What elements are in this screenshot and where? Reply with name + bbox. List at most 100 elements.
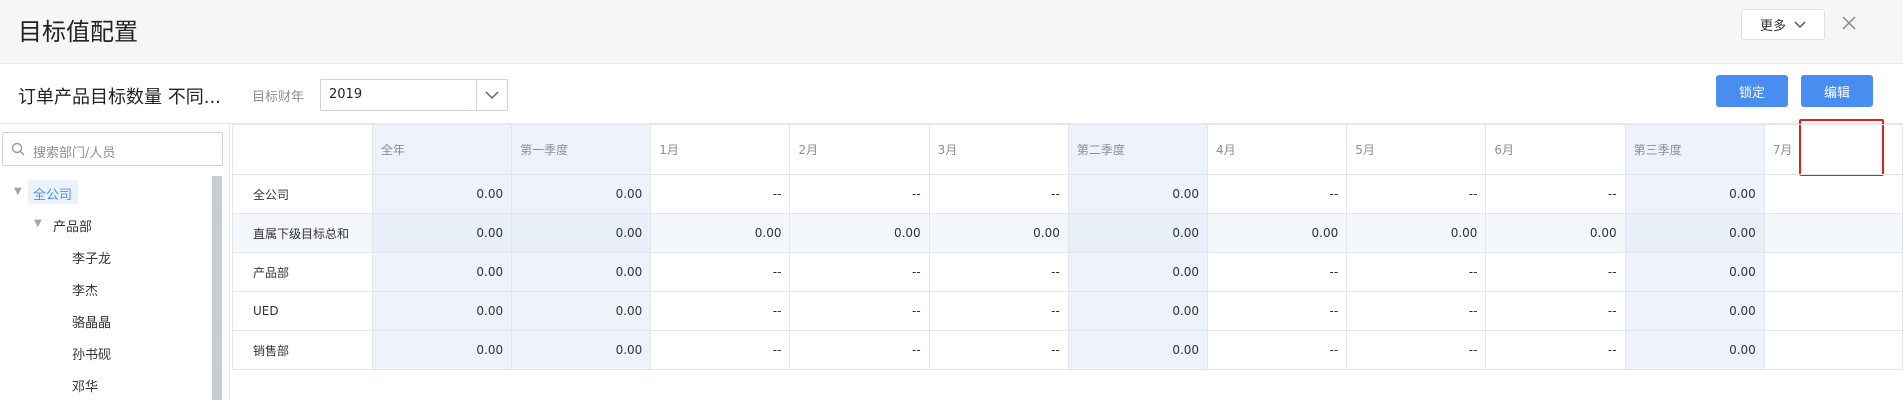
- table-cell[interactable]: [1763, 252, 1903, 292]
- row-label: UED: [232, 291, 373, 331]
- table-cell[interactable]: --: [1485, 291, 1626, 331]
- table-cell[interactable]: --: [928, 174, 1069, 214]
- edit-button[interactable]: 编辑: [1801, 75, 1873, 107]
- table-cell[interactable]: --: [928, 252, 1069, 292]
- table-cell[interactable]: --: [1207, 291, 1348, 331]
- fiscal-year-select[interactable]: 2019: [320, 79, 508, 111]
- row-label: 直属下级目标总和: [232, 213, 373, 253]
- table-cell[interactable]: [1763, 330, 1903, 370]
- column-header: 全年: [371, 124, 513, 175]
- table-cell[interactable]: --: [789, 174, 930, 214]
- table-cell[interactable]: --: [1346, 174, 1487, 214]
- table-cell[interactable]: --: [1346, 291, 1487, 331]
- tree-item-person[interactable]: 骆晶晶: [72, 312, 111, 331]
- table-cell[interactable]: 0.00: [1624, 291, 1765, 331]
- lock-button[interactable]: 锁定: [1716, 75, 1788, 107]
- tree-item-person[interactable]: 李子龙: [72, 248, 111, 267]
- table-cell[interactable]: --: [1346, 252, 1487, 292]
- table-cell[interactable]: --: [1485, 252, 1626, 292]
- table-cell[interactable]: 0.00: [1067, 330, 1209, 370]
- column-header: 第一季度: [511, 124, 652, 175]
- table-row: 直属下级目标总和 0.00 0.00 0.00 0.00 0.00 0.00 0…: [232, 213, 1903, 253]
- column-header: [232, 124, 373, 175]
- table-cell[interactable]: 0.00: [371, 174, 513, 214]
- table-cell[interactable]: 0.00: [1346, 213, 1487, 253]
- table-cell[interactable]: --: [1207, 330, 1348, 370]
- table-cell[interactable]: [1763, 291, 1903, 331]
- table-cell[interactable]: 0.00: [511, 330, 652, 370]
- table-cell[interactable]: --: [1346, 330, 1487, 370]
- column-header: 2月: [789, 124, 930, 175]
- toolbar: 订单产品目标数量 不同... 目标财年 2019 锁定 编辑: [0, 63, 1903, 176]
- tree-item-person[interactable]: 李杰: [72, 280, 98, 299]
- table-cell[interactable]: --: [650, 252, 791, 292]
- table-cell[interactable]: 0.00: [1067, 213, 1209, 253]
- chevron-down-icon[interactable]: [476, 80, 507, 110]
- row-label: 全公司: [232, 174, 373, 214]
- table-cell[interactable]: 0.00: [511, 174, 652, 214]
- table-cell[interactable]: --: [1485, 174, 1626, 214]
- caret-down-icon[interactable]: ▼: [34, 218, 42, 229]
- table-cell[interactable]: 0.00: [371, 213, 513, 253]
- search-input[interactable]: 搜索部门/人员: [2, 132, 223, 166]
- org-tree-panel: 搜索部门/人员 ▼ 全公司 ▼ 产品部 李子龙 李杰 骆晶晶 孙书砚 邓华: [0, 124, 230, 400]
- table-cell[interactable]: 0.00: [1067, 174, 1209, 214]
- table-row: 全公司 0.00 0.00 -- -- -- 0.00 -- -- -- 0.0…: [232, 174, 1903, 214]
- column-header: 第三季度: [1624, 124, 1765, 175]
- column-header: 7月: [1763, 124, 1903, 175]
- table-cell[interactable]: 0.00: [511, 252, 652, 292]
- table-cell[interactable]: 0.00: [371, 330, 513, 370]
- chevron-down-icon: [1794, 20, 1806, 28]
- table-cell[interactable]: --: [650, 330, 791, 370]
- table-cell[interactable]: [1763, 174, 1903, 214]
- table-cell[interactable]: 0.00: [511, 291, 652, 331]
- table-cell[interactable]: 0.00: [1624, 252, 1765, 292]
- table-cell[interactable]: --: [650, 291, 791, 331]
- page-title: 目标值配置: [18, 18, 138, 46]
- table-cell[interactable]: 0.00: [1624, 330, 1765, 370]
- row-label: 产品部: [232, 252, 373, 292]
- table-cell[interactable]: 0.00: [1207, 213, 1348, 253]
- row-label: 销售部: [232, 330, 373, 370]
- tree-item-person[interactable]: 邓华: [72, 376, 98, 395]
- fiscal-year-value: 2019: [329, 87, 363, 102]
- table-cell[interactable]: 0.00: [789, 213, 930, 253]
- table-cell[interactable]: 0.00: [1624, 213, 1765, 253]
- more-label: 更多: [1759, 19, 1786, 34]
- tree-item-person[interactable]: 孙书砚: [72, 344, 111, 363]
- dialog-header: 目标值配置 更多: [0, 0, 1903, 64]
- caret-down-icon[interactable]: ▼: [14, 186, 22, 197]
- column-header: 1月: [650, 124, 791, 175]
- close-icon[interactable]: [1838, 14, 1860, 36]
- table-cell[interactable]: 0.00: [371, 252, 513, 292]
- tree-item-product-dept[interactable]: 产品部: [53, 216, 92, 235]
- table-header-row: 全年 第一季度 1月 2月 3月 第二季度 4月 5月 6月 第三季度 7月: [232, 124, 1903, 175]
- table-cell[interactable]: 0.00: [1485, 213, 1626, 253]
- table-cell[interactable]: --: [928, 291, 1069, 331]
- table-row: 销售部 0.00 0.00 -- -- -- 0.00 -- -- -- 0.0…: [232, 330, 1903, 370]
- tree-scrollbar[interactable]: [212, 176, 222, 400]
- table-row: UED 0.00 0.00 -- -- -- 0.00 -- -- -- 0.0…: [232, 291, 1903, 331]
- table-cell[interactable]: 0.00: [371, 291, 513, 331]
- table-cell[interactable]: 0.00: [1067, 291, 1209, 331]
- target-subtitle[interactable]: 订单产品目标数量 不同...: [18, 83, 221, 109]
- table-cell[interactable]: --: [1207, 252, 1348, 292]
- table-cell[interactable]: --: [928, 330, 1069, 370]
- table-cell[interactable]: 0.00: [928, 213, 1069, 253]
- table-cell[interactable]: --: [789, 291, 930, 331]
- target-table: 全年 第一季度 1月 2月 3月 第二季度 4月 5月 6月 第三季度 7月 全…: [232, 124, 1903, 400]
- table-cell[interactable]: 0.00: [650, 213, 791, 253]
- table-cell[interactable]: 0.00: [511, 213, 652, 253]
- table-cell[interactable]: --: [789, 252, 930, 292]
- table-cell[interactable]: --: [789, 330, 930, 370]
- table-cell[interactable]: --: [650, 174, 791, 214]
- table-cell[interactable]: 0.00: [1067, 252, 1209, 292]
- tree-item-company[interactable]: 全公司: [33, 184, 72, 203]
- table-cell[interactable]: [1763, 213, 1903, 253]
- table-cell[interactable]: 0.00: [1624, 174, 1765, 214]
- more-button[interactable]: 更多: [1741, 9, 1825, 40]
- column-header: 6月: [1485, 124, 1626, 175]
- table-cell[interactable]: --: [1485, 330, 1626, 370]
- column-header: 4月: [1207, 124, 1348, 175]
- table-cell[interactable]: --: [1207, 174, 1348, 214]
